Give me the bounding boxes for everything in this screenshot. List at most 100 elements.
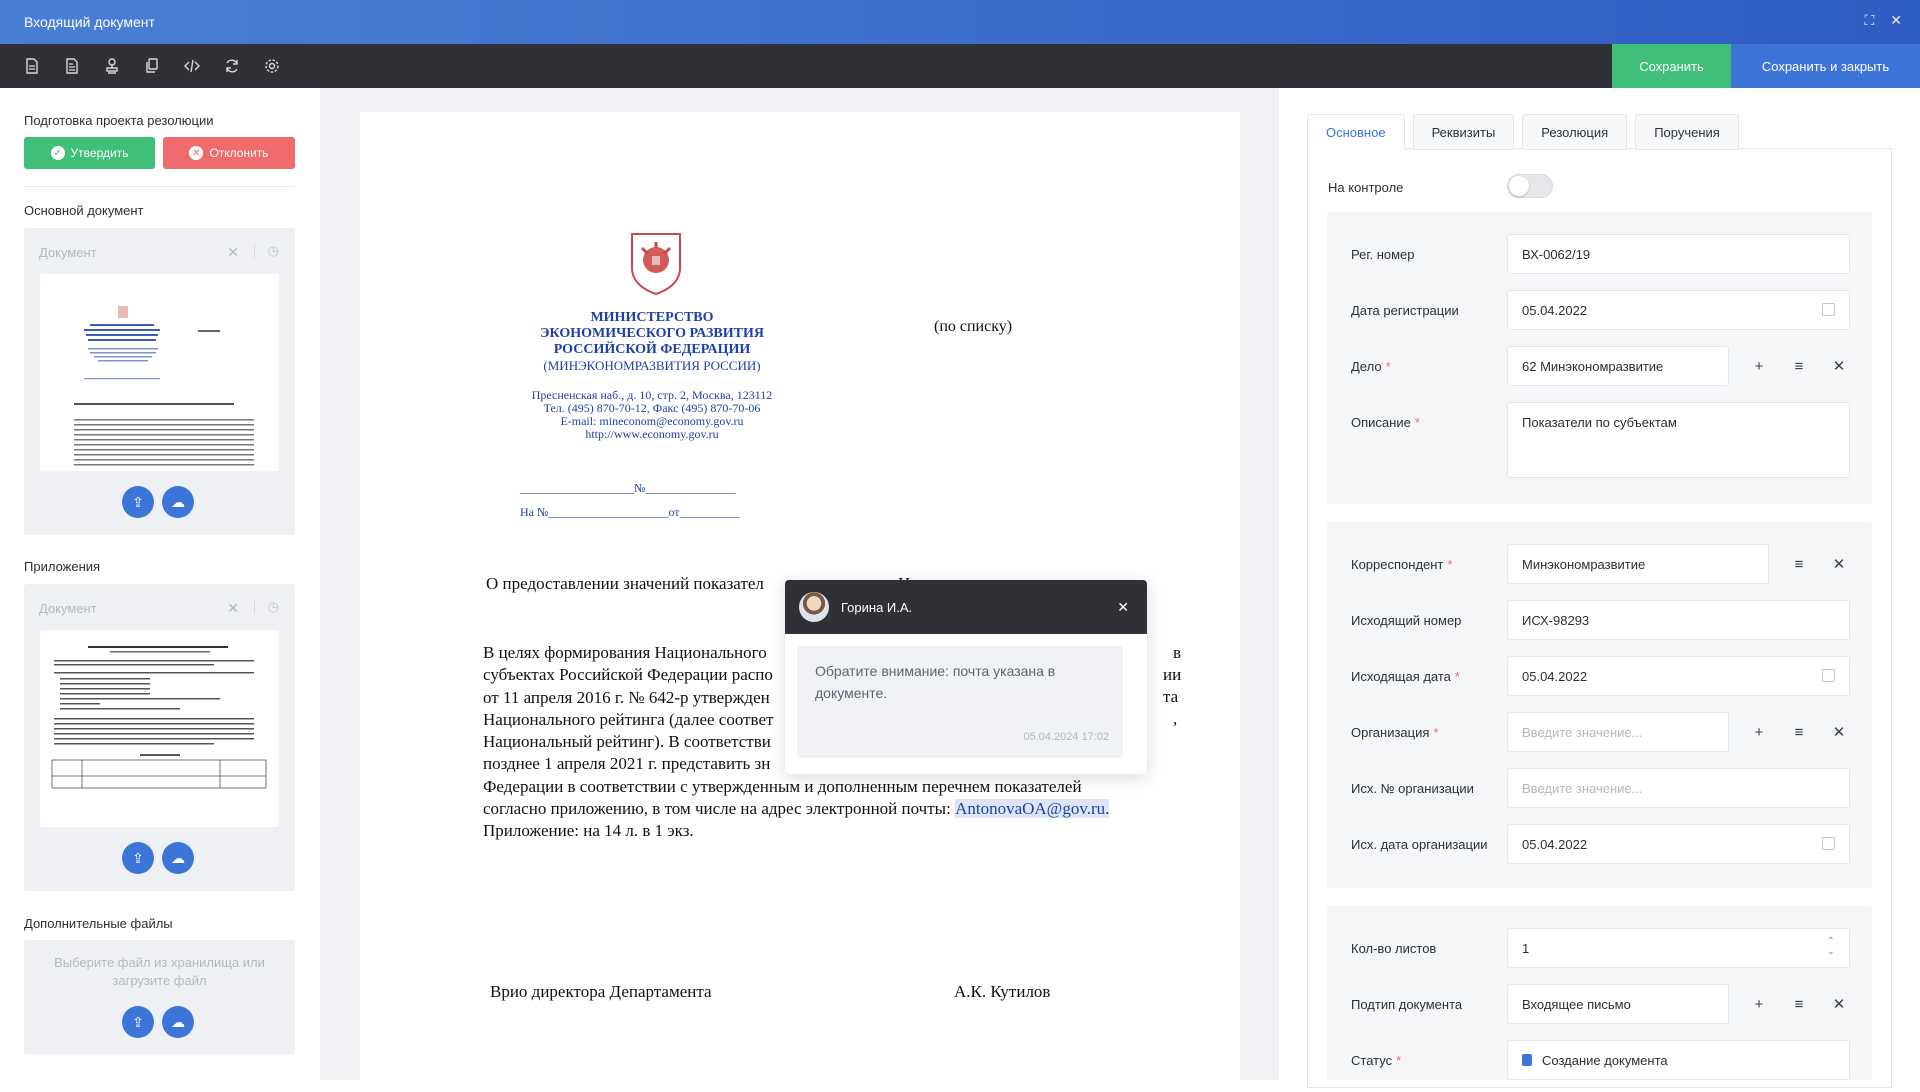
reg-line: ___________________№_______________ bbox=[520, 481, 736, 495]
upload-button[interactable]: ⇪ bbox=[122, 1006, 154, 1038]
details-group: Кол-во листов 1 ⌃ ⌄ Подтип документа Входя… bbox=[1327, 906, 1872, 1080]
registration-lines: ___________________№_______________ На №… bbox=[520, 476, 740, 524]
corr-label: Корреспондент * bbox=[1351, 544, 1452, 584]
stepper-arrows-icon[interactable]: ⌃ ⌄ bbox=[1827, 937, 1835, 957]
correspondent-field[interactable]: Минэкономразвитие bbox=[1507, 544, 1769, 584]
plus-icon[interactable]: + bbox=[1745, 352, 1773, 380]
org-number-field[interactable]: Введите значение... bbox=[1507, 768, 1850, 808]
left-pane: Подготовка проекта резолюции ✓ Утвердить… bbox=[0, 88, 320, 1080]
body-fragment: в bbox=[1173, 643, 1182, 662]
body-line: Федерации в соответствии с утвержденным … bbox=[483, 776, 1082, 796]
save-button[interactable]: Сохранить bbox=[1612, 44, 1731, 88]
resolution-title: Подготовка проекта резолюции bbox=[24, 113, 214, 128]
field-value: 05.04.2022 bbox=[1522, 302, 1588, 318]
hint-line-1: Выберите файл из хранилища или bbox=[54, 955, 265, 970]
close-icon[interactable]: ✕ bbox=[1825, 718, 1853, 746]
maximize-icon[interactable]: ⛶ bbox=[1864, 12, 1874, 29]
sheets-stepper[interactable]: 1 ⌃ ⌄ bbox=[1507, 928, 1850, 968]
reg-date-field[interactable]: 05.04.2022 bbox=[1507, 290, 1850, 330]
tab-main[interactable]: Основное bbox=[1307, 114, 1405, 150]
close-icon[interactable]: ✕ bbox=[1825, 990, 1853, 1018]
document-subject: О предоставлении значений показател Н bbox=[486, 574, 910, 594]
label-text: Статус bbox=[1351, 1052, 1393, 1068]
reg-number-label: Рег. номер bbox=[1351, 234, 1415, 274]
out-number-field[interactable]: ИСХ-98293 bbox=[1507, 600, 1850, 640]
list-icon[interactable]: ≡ bbox=[1785, 990, 1813, 1018]
org-date-field[interactable]: 05.04.2022 bbox=[1507, 824, 1850, 864]
label-text: Подтип документа bbox=[1351, 996, 1463, 1012]
file-icon[interactable] bbox=[12, 44, 52, 88]
tab-requisites[interactable]: Реквизиты bbox=[1412, 114, 1515, 150]
required-mark: * bbox=[1414, 414, 1420, 430]
plus-icon[interactable]: + bbox=[1745, 990, 1773, 1018]
main-doc-thumbnail[interactable] bbox=[40, 274, 279, 471]
close-icon[interactable]: ✕ bbox=[1825, 550, 1853, 578]
tab-resolution[interactable]: Резолюция bbox=[1522, 114, 1628, 150]
reg-number-field[interactable]: ВХ-0062/19 bbox=[1507, 234, 1850, 274]
doc-placeholder: Документ bbox=[39, 245, 97, 260]
cloud-upload-button[interactable]: ☁ bbox=[162, 1006, 194, 1038]
desc-label: Описание * bbox=[1351, 402, 1420, 442]
approve-button[interactable]: ✓ Утвердить bbox=[24, 137, 155, 169]
reject-button[interactable]: ✕ Отклонить bbox=[163, 137, 295, 169]
ministry-header: МИНИСТЕРСТВО ЭКОНОМИЧЕСКОГО РАЗВИТИЯ РОС… bbox=[512, 310, 792, 374]
sheets-label: Кол-во листов bbox=[1351, 928, 1436, 968]
file-alt-icon[interactable] bbox=[52, 44, 92, 88]
body-fragment: ии bbox=[1163, 665, 1182, 684]
close-icon[interactable]: ✕ bbox=[1117, 599, 1129, 616]
status-field[interactable]: Создание документа bbox=[1507, 1040, 1850, 1080]
tab-assignments[interactable]: Поручения bbox=[1635, 114, 1739, 150]
close-icon[interactable]: ✕ bbox=[1890, 12, 1902, 29]
label-text: Исходящий номер bbox=[1351, 612, 1462, 628]
clear-icon[interactable]: ✕ bbox=[227, 244, 239, 261]
clear-icon[interactable]: ✕ bbox=[227, 600, 239, 617]
label-text: Дата регистрации bbox=[1351, 302, 1459, 318]
ministry-line: (МИНЭКОНОМРАЗВИТИЯ РОССИИ) bbox=[543, 358, 761, 373]
save-and-close-button[interactable]: Сохранить и закрыть bbox=[1731, 44, 1920, 88]
label-text: Корреспондент bbox=[1351, 556, 1444, 572]
stamp-icon[interactable] bbox=[92, 44, 132, 88]
field-value: Создание документа bbox=[1542, 1052, 1668, 1068]
cloud-upload-button[interactable]: ☁ bbox=[162, 842, 194, 874]
popup-header: Горина И.А. bbox=[785, 580, 1147, 634]
organization-field[interactable]: Введите значение... bbox=[1507, 712, 1729, 752]
field-value: Входящее письмо bbox=[1522, 996, 1631, 1012]
registration-group: Рег. номер ВХ-0062/19 Дата регистрации 0… bbox=[1327, 212, 1872, 504]
code-icon[interactable] bbox=[172, 44, 212, 88]
case-field[interactable]: 62 Минэкономразвитие bbox=[1507, 346, 1729, 386]
avatar bbox=[799, 592, 829, 622]
list-icon[interactable]: ≡ bbox=[1785, 718, 1813, 746]
history-icon[interactable]: ◷ bbox=[268, 243, 279, 259]
ministry-line: МИНИСТЕРСТВО bbox=[590, 310, 714, 325]
gear-icon[interactable] bbox=[252, 44, 292, 88]
upload-button[interactable]: ⇪ bbox=[122, 842, 154, 874]
body-line: Приложение: на 14 л. в 1 экз. bbox=[483, 821, 694, 841]
copy-icon[interactable] bbox=[132, 44, 172, 88]
on-control-toggle[interactable] bbox=[1507, 174, 1553, 198]
highlighted-email[interactable]: AntonovaOA@gov.ru. bbox=[955, 799, 1110, 819]
cloud-upload-button[interactable]: ☁ bbox=[162, 486, 194, 518]
extra-files-card[interactable]: Выберите файл из хранилища или загрузите… bbox=[24, 940, 295, 1054]
field-value: ИСХ-98293 bbox=[1522, 612, 1590, 628]
document-icon bbox=[1522, 1054, 1532, 1066]
calendar-icon[interactable] bbox=[1822, 837, 1835, 850]
comment-author: Горина И.А. bbox=[841, 599, 913, 615]
properties-pane: Основное Реквизиты Резолюция Поручения Н… bbox=[1279, 88, 1920, 1088]
close-icon[interactable]: ✕ bbox=[1825, 352, 1853, 380]
attachment-thumbnail[interactable] bbox=[40, 630, 279, 827]
ministry-line: ЭКОНОМИЧЕСКОГО РАЗВИТИЯ bbox=[540, 326, 764, 341]
subtype-field[interactable]: Входящее письмо bbox=[1507, 984, 1729, 1024]
upload-button[interactable]: ⇪ bbox=[122, 486, 154, 518]
tabs: Основное Реквизиты Резолюция Поручения bbox=[1307, 114, 1739, 150]
label-text: Рег. номер bbox=[1351, 246, 1415, 262]
list-icon[interactable]: ≡ bbox=[1785, 550, 1813, 578]
plus-icon[interactable]: + bbox=[1745, 718, 1773, 746]
refresh-icon[interactable] bbox=[212, 44, 252, 88]
calendar-icon[interactable] bbox=[1822, 669, 1835, 682]
required-mark: * bbox=[1396, 1052, 1402, 1068]
history-icon[interactable]: ◷ bbox=[268, 599, 279, 615]
desc-field[interactable]: Показатели по субъектам bbox=[1507, 402, 1850, 478]
list-icon[interactable]: ≡ bbox=[1785, 352, 1813, 380]
calendar-icon[interactable] bbox=[1822, 303, 1835, 316]
out-date-field[interactable]: 05.04.2022 bbox=[1507, 656, 1850, 696]
